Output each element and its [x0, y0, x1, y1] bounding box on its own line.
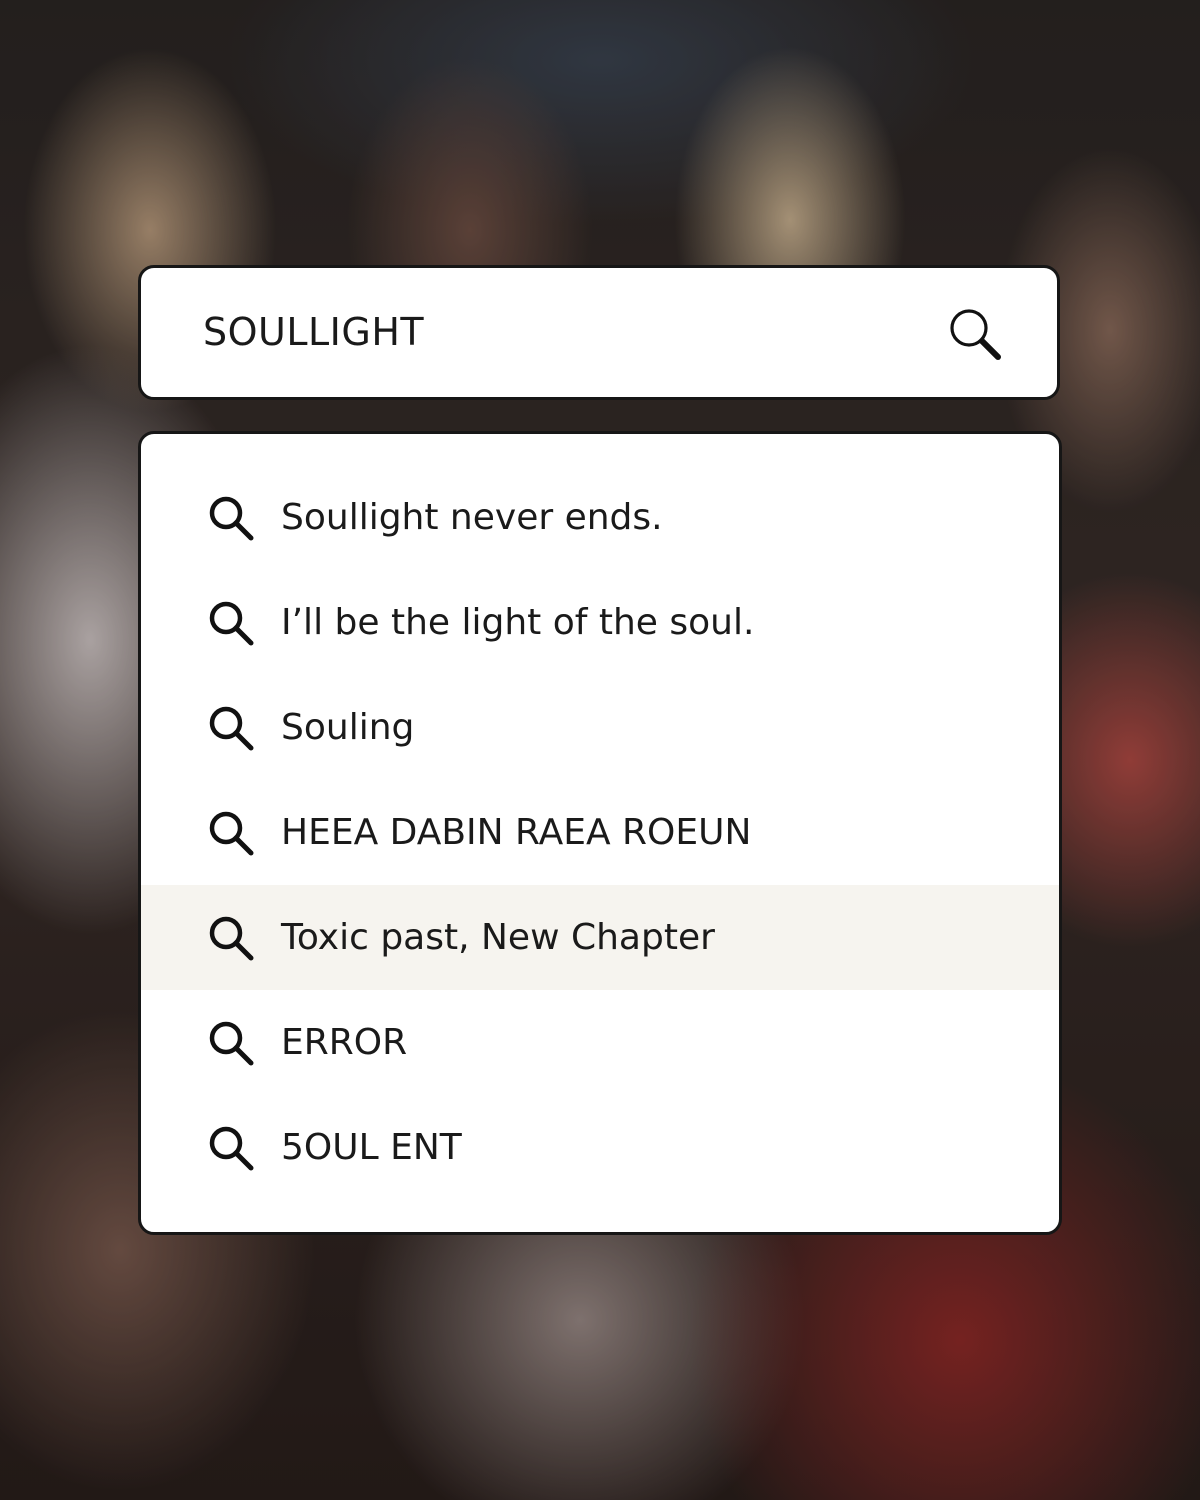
- search-icon: [205, 597, 257, 649]
- suggestion-label: ERROR: [281, 1022, 408, 1063]
- suggestion-item[interactable]: Souling: [141, 675, 1059, 780]
- suggestion-label: Toxic past, New Chapter: [281, 917, 715, 958]
- suggestion-item[interactable]: Soullight never ends.: [141, 465, 1059, 570]
- search-icon: [205, 807, 257, 859]
- suggestion-label: I’ll be the light of the soul.: [281, 602, 755, 643]
- search-icon: [205, 1122, 257, 1174]
- suggestion-label: Souling: [281, 707, 415, 748]
- suggestion-label: Soullight never ends.: [281, 497, 663, 538]
- search-icon: [205, 492, 257, 544]
- magnifier-icon: [950, 309, 1001, 360]
- search-input[interactable]: SOULLIGHT: [203, 268, 424, 397]
- suggestion-item[interactable]: ERROR: [141, 990, 1059, 1095]
- suggestions-panel: Soullight never ends. I’ll be the light …: [138, 431, 1062, 1235]
- search-icon: [205, 912, 257, 964]
- search-bar[interactable]: SOULLIGHT: [138, 265, 1060, 400]
- suggestion-item[interactable]: I’ll be the light of the soul.: [141, 570, 1059, 675]
- suggestion-item-highlighted[interactable]: Toxic past, New Chapter: [141, 885, 1059, 990]
- search-button[interactable]: [945, 304, 1005, 364]
- search-icon: [205, 702, 257, 754]
- suggestion-item[interactable]: 5OUL ENT: [141, 1095, 1059, 1200]
- suggestion-item[interactable]: HEEA DABIN RAEA ROEUN: [141, 780, 1059, 885]
- search-icon: [205, 1017, 257, 1069]
- suggestion-label: HEEA DABIN RAEA ROEUN: [281, 812, 752, 853]
- suggestion-label: 5OUL ENT: [281, 1127, 462, 1168]
